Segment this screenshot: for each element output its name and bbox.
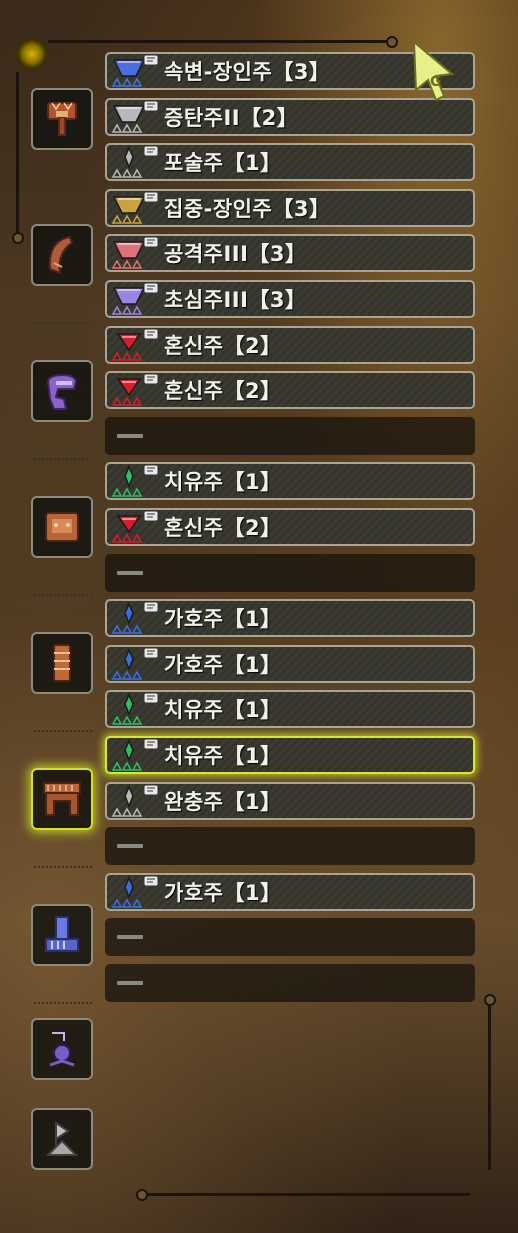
decoration-name: 혼신주【2】: [164, 333, 282, 358]
decoration-slot[interactable]: 치유주【1】: [105, 690, 475, 729]
decoration-name: 완충주【1】: [164, 789, 282, 814]
decoration-gem-icon: [111, 464, 159, 498]
mantle-icon: [49, 1032, 75, 1067]
empty-decoration-slot[interactable]: [105, 416, 475, 455]
decoration-name: 속변-장인주【3】: [164, 60, 331, 84]
decoration-gem-icon: [111, 875, 159, 908]
separator: [34, 322, 92, 325]
category-head[interactable]: [31, 224, 93, 286]
separator: [34, 186, 92, 189]
empty-decoration-slot[interactable]: [105, 964, 475, 1002]
decoration-slot[interactable]: 치유주【1】: [105, 736, 475, 774]
decoration-gem-icon: [111, 54, 159, 87]
decoration-slot[interactable]: 혼신주【2】: [105, 508, 475, 546]
decoration-name: 가호주【1】: [164, 607, 282, 632]
decoration-name: 치유주【1】: [164, 744, 282, 768]
chest-armor-icon: [46, 374, 78, 410]
category-chest[interactable]: [31, 360, 93, 422]
decoration-name: 집중-장인주【3】: [164, 196, 331, 221]
decoration-gem-icon: [111, 236, 159, 270]
decoration-gem-icon: [111, 692, 159, 726]
helmet-icon: [48, 235, 74, 275]
decoration-slot[interactable]: 가호주【1】: [105, 644, 475, 683]
gauntlet-icon: [45, 512, 79, 542]
empty-slot-dash-icon: [117, 844, 143, 849]
empty-decoration-slot[interactable]: [105, 553, 475, 592]
decoration-name: 가호주【1】: [164, 880, 282, 905]
decoration-name: 초심주III【3】: [164, 288, 307, 312]
decoration-slot[interactable]: 완충주【1】: [105, 781, 475, 820]
cursor-pointer-icon: G: [412, 40, 455, 102]
empty-slot-dash-icon: [117, 433, 143, 438]
empty-slot-dash-icon: [117, 570, 143, 575]
category-waist[interactable]: [31, 632, 93, 694]
category-charm[interactable]: [31, 904, 93, 966]
empty-decoration-slot[interactable]: [105, 918, 475, 957]
decoration-gem-icon: [111, 601, 159, 634]
decoration-name: 가호주【1】: [164, 652, 282, 677]
decoration-gem-icon: [111, 373, 159, 406]
decoration-gem-icon: [111, 647, 159, 680]
frame-dot: [136, 1189, 148, 1201]
decoration-gem-icon: [111, 282, 159, 315]
frame-dot: [386, 36, 398, 48]
decoration-name: 공격주III【3】: [164, 242, 307, 267]
category-legs[interactable]: [31, 768, 93, 830]
equipment-category-list: [0, 0, 100, 1233]
decoration-name: 치유주【1】: [164, 470, 282, 495]
decoration-name: 혼신주【2】: [164, 379, 282, 404]
category-weapon[interactable]: [31, 88, 93, 150]
decoration-gem-icon: [111, 145, 159, 178]
decoration-slot[interactable]: 집중-장인주【3】: [105, 188, 475, 227]
separator: [34, 458, 92, 461]
decoration-name: 혼신주【2】: [164, 516, 282, 540]
decoration-name: 포술주【1】: [164, 151, 282, 176]
greaves-icon: [43, 782, 81, 816]
decoration-gem-icon: [111, 100, 159, 133]
separator: [34, 1002, 92, 1005]
empty-slot-dash-icon: [117, 981, 143, 985]
category-arms[interactable]: [31, 496, 93, 558]
decoration-gem-icon: [111, 191, 159, 224]
frame-line-bottom: [140, 1193, 470, 1196]
separator: [34, 594, 92, 597]
charm-icon: [45, 916, 79, 952]
category-mantle[interactable]: [31, 1018, 93, 1080]
decoration-gem-icon: [111, 510, 159, 543]
empty-slot-dash-icon: [117, 935, 143, 940]
waist-armor-icon: [53, 644, 71, 682]
frame-line-right: [488, 1000, 491, 1170]
decoration-slot[interactable]: 치유주【1】: [105, 462, 475, 501]
decoration-slot[interactable]: 초심주III【3】: [105, 280, 475, 318]
decoration-slot[interactable]: 가호주【1】: [105, 599, 475, 638]
decoration-gem-icon: [111, 328, 159, 361]
decoration-slot[interactable]: 가호주【1】: [105, 872, 475, 911]
category-tool[interactable]: [31, 1108, 93, 1170]
tool-icon: [45, 1121, 79, 1156]
empty-decoration-slot[interactable]: [105, 827, 475, 866]
decoration-gem-icon: [111, 784, 159, 817]
svg-text:G: G: [430, 74, 442, 90]
decoration-slot[interactable]: 포술주【1】: [105, 143, 475, 182]
frame-dot: [484, 994, 496, 1006]
decoration-slot[interactable]: 혼신주【2】: [105, 371, 475, 410]
decoration-slot[interactable]: 공격주III【3】: [105, 234, 475, 273]
separator: [34, 866, 92, 869]
decoration-slot[interactable]: 혼신주【2】: [105, 325, 475, 364]
decoration-name: 치유주【1】: [164, 698, 282, 723]
separator: [34, 730, 92, 733]
decoration-gem-icon: [111, 738, 159, 771]
weapon-icon: [47, 102, 77, 136]
decoration-name: 증탄주II【2】: [164, 105, 299, 130]
decoration-slot[interactable]: 증탄주II【2】: [105, 97, 475, 136]
